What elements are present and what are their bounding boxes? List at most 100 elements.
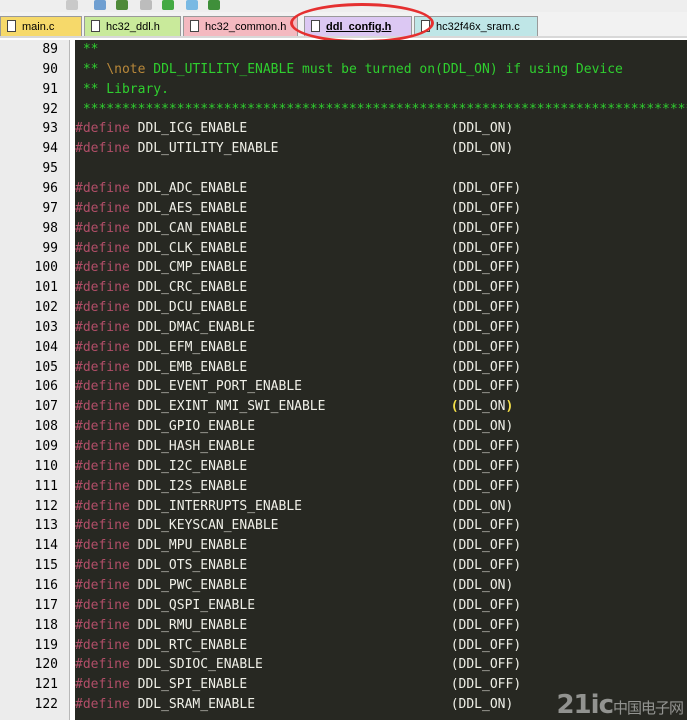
- comment-text: ****************************************…: [75, 101, 687, 117]
- define-keyword: #define: [75, 141, 130, 157]
- line-number: 93: [42, 121, 58, 137]
- macro-value: (DDL_OFF): [450, 280, 522, 296]
- line-number: 90: [42, 61, 58, 77]
- down-arrow-icon[interactable]: [162, 0, 174, 10]
- tab-hc32f46x-sram-c[interactable]: hc32f46x_sram.c: [414, 16, 538, 36]
- define-keyword: #define: [75, 339, 130, 355]
- macro-value: (DDL_OFF): [450, 458, 522, 474]
- macro-value: (DDL_ON): [450, 121, 514, 137]
- code-line: #define DDL_QSPI_ENABLE (DDL_OFF): [75, 596, 687, 616]
- define-keyword: #define: [75, 419, 130, 435]
- macro-value: (DDL_OFF): [450, 260, 522, 276]
- line-number: 101: [34, 280, 58, 296]
- code-line: #define DDL_EMB_ENABLE (DDL_OFF): [75, 358, 687, 378]
- macro-name: DDL_MPU_ENABLE: [129, 538, 248, 554]
- macro-value: (DDL_OFF): [450, 657, 522, 673]
- code-line: #define DDL_EXINT_NMI_SWI_ENABLE (DDL_ON…: [75, 397, 687, 417]
- line-number: 115: [34, 558, 58, 574]
- tab-ddl-config-h[interactable]: ddl_config.h: [304, 16, 412, 36]
- code-line: #define DDL_I2S_ENABLE (DDL_OFF): [75, 477, 687, 497]
- code-line: #define DDL_EFM_ENABLE (DDL_OFF): [75, 338, 687, 358]
- macro-name: DDL_CAN_ENABLE: [129, 220, 248, 236]
- define-keyword: #define: [75, 220, 130, 236]
- define-keyword: #define: [75, 280, 130, 296]
- macro-value: (DDL_OFF): [450, 180, 522, 196]
- define-keyword: #define: [75, 240, 130, 256]
- line-number: 95: [42, 161, 58, 177]
- close-paren: ): [505, 399, 514, 415]
- file-icon: [7, 20, 16, 33]
- line-number: 89: [42, 42, 58, 57]
- tab-hc32-common-h[interactable]: hc32_common.h: [183, 16, 298, 36]
- macro-name: DDL_QSPI_ENABLE: [129, 597, 256, 613]
- tab-main-c[interactable]: main.c: [0, 16, 82, 36]
- paste-icon[interactable]: [140, 0, 152, 10]
- code-line: #define DDL_I2C_ENABLE (DDL_OFF): [75, 457, 687, 477]
- macro-name: DDL_EMB_ENABLE: [129, 359, 248, 375]
- define-keyword: #define: [75, 677, 130, 693]
- macro-value: (DDL_OFF): [450, 200, 522, 216]
- code-line: #define DDL_OTS_ENABLE (DDL_OFF): [75, 556, 687, 576]
- code-line: #define DDL_RTC_ENABLE (DDL_OFF): [75, 636, 687, 656]
- code-line: #define DDL_ADC_ENABLE (DDL_OFF): [75, 179, 687, 199]
- macro-value: (DDL_OFF): [450, 439, 522, 454]
- line-number: 105: [34, 359, 58, 375]
- macro-name: DDL_EXINT_NMI_SWI_ENABLE: [129, 399, 326, 415]
- macro-value: (DDL_OFF): [450, 220, 522, 236]
- macro-name: DDL_AES_ENABLE: [129, 200, 248, 216]
- code-line: #define DDL_RMU_ENABLE (DDL_OFF): [75, 616, 687, 636]
- code-line: #define DDL_SRAM_ENABLE (DDL_ON): [75, 695, 687, 715]
- line-number: 100: [34, 260, 58, 276]
- line-number: 94: [42, 141, 58, 157]
- macro-value: (DDL_ON): [450, 419, 514, 435]
- code-editor[interactable]: 21ic中国电子网 ** ** \note DDL_UTILITY_ENABLE…: [75, 40, 687, 720]
- tab-label: hc32_ddl.h: [106, 21, 160, 33]
- code-line: #define DDL_EVENT_PORT_ENABLE (DDL_OFF): [75, 377, 687, 397]
- tools-icon[interactable]: [94, 0, 106, 10]
- define-keyword: #define: [75, 319, 130, 335]
- macro-name: DDL_DMAC_ENABLE: [129, 319, 256, 335]
- toolbar: [0, 0, 687, 12]
- line-number: 107: [34, 399, 58, 415]
- diamond-icon[interactable]: [186, 0, 198, 10]
- gear-icon[interactable]: [66, 0, 78, 10]
- code-line: **: [75, 40, 687, 60]
- component-icon[interactable]: [208, 0, 220, 10]
- macro-value: (DDL_ON): [450, 141, 514, 157]
- define-keyword: #define: [75, 439, 130, 454]
- note-tag: \note: [106, 61, 146, 77]
- macro-value: (DDL_OFF): [450, 319, 522, 335]
- line-number: 112: [34, 498, 58, 514]
- tab-label: main.c: [22, 21, 55, 33]
- code-line: #define DDL_HASH_ENABLE (DDL_OFF): [75, 437, 687, 457]
- macro-value: (DDL_OFF): [450, 379, 522, 395]
- copy-icon[interactable]: [116, 0, 128, 10]
- line-number: 122: [34, 697, 58, 713]
- macro-name: DDL_I2S_ENABLE: [129, 478, 248, 494]
- macro-name: DDL_ICG_ENABLE: [129, 121, 248, 137]
- tab-hc32-ddl-h[interactable]: hc32_ddl.h: [84, 16, 181, 36]
- macro-name: DDL_DCU_ENABLE: [129, 300, 248, 316]
- line-number: 91: [42, 81, 58, 97]
- comment-text: DDL_UTILITY_ENABLE must be turned on(DDL…: [145, 61, 623, 77]
- macro-name: DDL_UTILITY_ENABLE: [129, 141, 279, 157]
- macro-value: (DDL_OFF): [450, 558, 522, 574]
- line-number: 99: [42, 240, 58, 256]
- define-keyword: #define: [75, 498, 130, 514]
- line-number: 108: [34, 419, 58, 435]
- define-keyword: #define: [75, 260, 130, 276]
- code-line: ** Library.: [75, 80, 687, 100]
- macro-name: DDL_CMP_ENABLE: [129, 260, 248, 276]
- code-line: #define DDL_DMAC_ENABLE (DDL_OFF): [75, 318, 687, 338]
- line-number: 116: [34, 577, 58, 593]
- comment-text: ** Library.: [75, 81, 169, 97]
- code-line: #define DDL_KEYSCAN_ENABLE (DDL_OFF): [75, 516, 687, 536]
